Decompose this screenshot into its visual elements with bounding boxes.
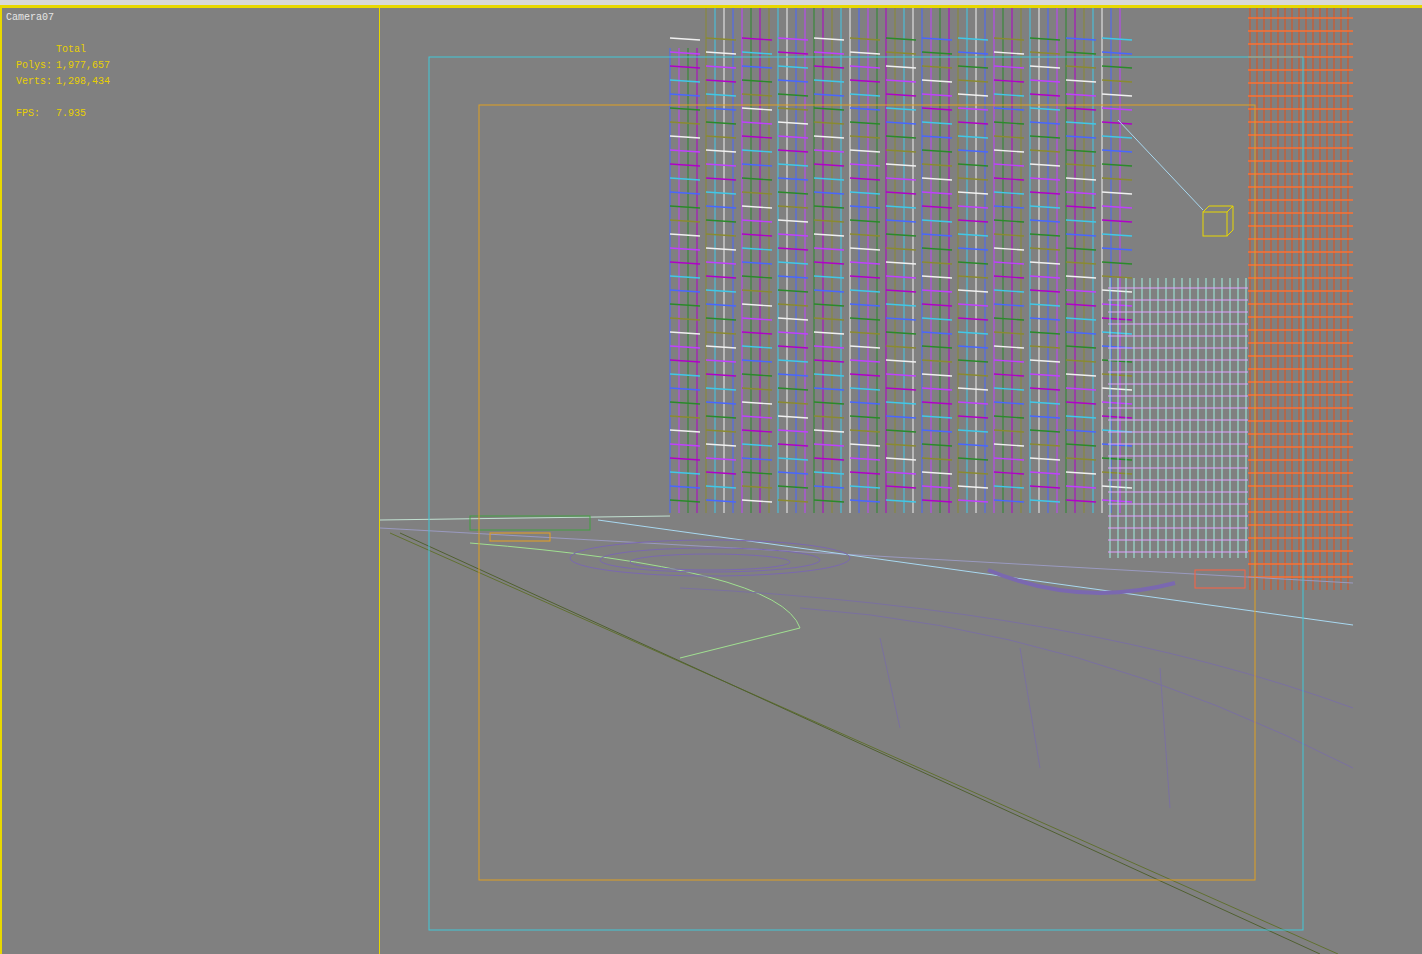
stats-row: Polys:1,977,657 (16, 58, 379, 74)
camera-view[interactable] (380, 8, 1353, 954)
tower-cluster-wireframe (670, 8, 1132, 513)
safe-frame-outer (429, 57, 1303, 930)
viewport-label[interactable]: Camera07 (6, 10, 379, 26)
mid-building-wireframe (1108, 278, 1248, 558)
camera-target-icon[interactable] (1118, 120, 1233, 236)
viewport-scene[interactable] (380, 8, 1353, 954)
plaza-wireframe (490, 533, 1245, 593)
orange-tower-wireframe (1248, 8, 1353, 590)
ground-wireframe (380, 516, 1353, 954)
safe-frame-inner (479, 105, 1255, 880)
top-bar (0, 0, 1422, 8)
viewport-margin (1353, 8, 1422, 954)
viewport-area: Camera07 TotalPolys:1,977,657Verts:1,298,… (0, 8, 1422, 954)
stats-title: Total (16, 42, 379, 58)
fps-row: FPS:7.935 (16, 106, 379, 122)
stats-row: Verts:1,298,434 (16, 74, 379, 90)
viewport-overlay: Camera07 TotalPolys:1,977,657Verts:1,298,… (0, 8, 380, 954)
stats-panel: TotalPolys:1,977,657Verts:1,298,434 FPS:7… (6, 42, 379, 122)
max-viewport: Camera07 TotalPolys:1,977,657Verts:1,298,… (0, 0, 1422, 954)
